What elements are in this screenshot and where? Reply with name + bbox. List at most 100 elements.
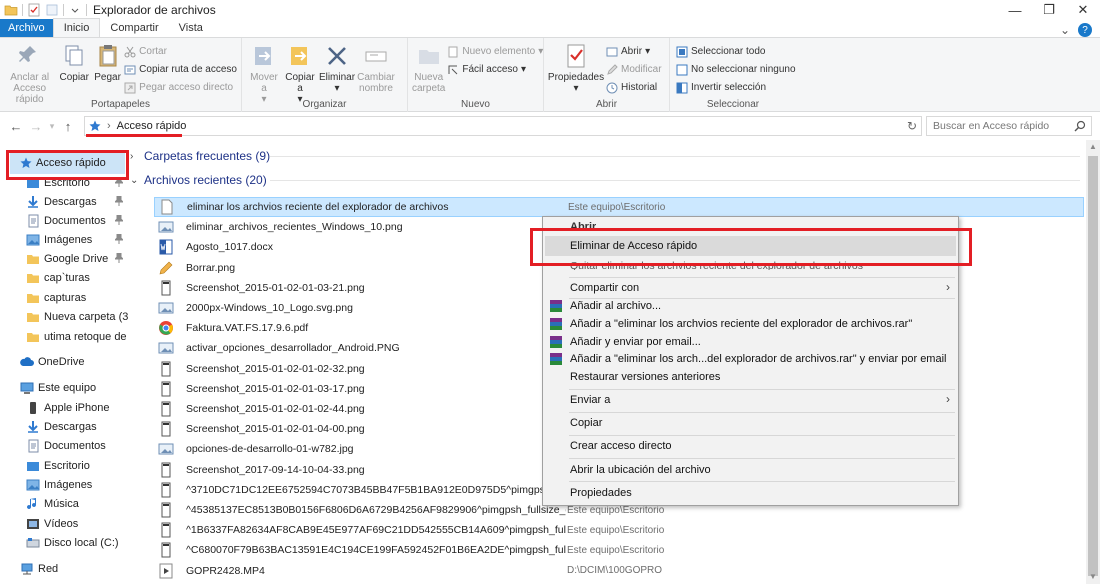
breadcrumb-quick-access[interactable]: Acceso rápido [117,120,187,132]
up-arrow-icon[interactable]: ↑ [58,119,78,134]
scrollbar-thumb[interactable] [1088,156,1098,576]
new-item-button[interactable]: Nuevo elemento ▾ [447,44,543,59]
chevron-down-icon[interactable] [68,3,82,17]
history-button[interactable]: Historial [606,80,662,95]
sidebar-item-onedrive[interactable]: OneDrive [0,352,128,371]
sidebar-item-pc-descargas[interactable]: Descargas [0,417,128,436]
paste-shortcut-button[interactable]: Pegar acceso directo [124,80,237,95]
sidebar-item-pc-videos[interactable]: Vídeos [0,514,128,533]
sidebar-item-label: Nueva carpeta (3) [44,310,128,323]
pin-icon [115,253,123,263]
screenshot-icon [158,280,174,296]
close-button[interactable]: ✕ [1066,0,1100,20]
scroll-down-icon[interactable]: ▼ [1086,570,1100,584]
edit-button[interactable]: Modificar [606,62,662,77]
sidebar-item-descargas[interactable]: Descargas [0,192,128,211]
chevron-down-icon[interactable]: ⌄ [1060,23,1070,37]
search-input[interactable]: Buscar en Acceso rápido [926,116,1092,136]
context-item-add-rar-email[interactable]: Añadir a "eliminar los arch...del explor… [543,349,958,369]
restore-button[interactable]: ❐ [1032,0,1066,20]
winrar-icon [550,318,562,330]
recent-locations-chevron-icon[interactable]: ▾ [46,121,58,132]
sidebar-item-network[interactable]: Red [0,559,128,578]
file-location: Este equipo\Escritorio [567,544,665,556]
sidebar-item-google-drive[interactable]: Google Drive [0,249,128,268]
forward-arrow-icon[interactable]: → [26,119,46,134]
context-divider [569,481,955,482]
sidebar-item-pc-documentos[interactable]: Documentos [0,436,128,455]
sidebar-item-apple-iphone[interactable]: Apple iPhone [0,398,128,417]
properties-check-icon[interactable] [27,3,41,17]
file-name: Screenshot_2015-01-02-01-02-32.png [186,362,365,375]
folder-icon [27,332,39,342]
sidebar-item-utima-retoque[interactable]: utima retoque de fc [0,327,128,346]
context-item-add-rar[interactable]: Añadir a "eliminar los archvios reciente… [543,314,958,334]
screenshot-icon [158,462,174,478]
file-row[interactable]: ^C680070F79B63BAC13591E4C194CE199FA59245… [154,540,1084,560]
context-item-label: Propiedades [570,487,632,499]
file-name: Borrar.png [186,261,236,274]
sidebar-item-pc-imagenes[interactable]: Imágenes [0,475,128,494]
group-nuevo: Nueva carpeta Nuevo elemento ▾ Fácil acc… [408,38,544,112]
copy-path-button[interactable]: Copiar ruta de acceso [124,62,237,77]
invert-selection-icon [676,82,688,93]
recent-header-label: Archivos recientes (20) [144,173,267,187]
tab-inicio[interactable]: Inicio [52,18,101,37]
sidebar-item-pc-escritorio[interactable]: Escritorio [0,456,128,475]
select-all-button[interactable]: Seleccionar todo [676,44,796,59]
vertical-scrollbar[interactable]: ▲ ▼ [1086,140,1100,584]
ribbon: Anclar al Acceso rápido Copiar Pegar Cor… [0,38,1100,112]
file-row[interactable]: GOPR2428.MP4 D:\DCIM\100GOPRO [154,561,1084,581]
winrar-icon [550,353,562,365]
tab-compartir[interactable]: Compartir [100,19,168,37]
group-header-recent[interactable]: ⌄ Archivos recientes (20) [130,170,267,190]
sidebar-item-nueva-carpeta[interactable]: Nueva carpeta (3) [0,307,128,326]
sidebar-item-documentos[interactable]: Documentos [0,211,128,230]
scroll-up-icon[interactable]: ▲ [1086,140,1100,154]
sidebar-item-imagenes[interactable]: Imágenes [0,230,128,249]
back-arrow-icon[interactable]: ← [6,119,26,134]
sidebar-item-disco-local[interactable]: Disco local (C:) [0,533,128,552]
scissors-icon [124,46,136,57]
group-label-nuevo: Nuevo [461,99,490,110]
context-item-restore-versions[interactable]: Restaurar versiones anteriores [543,367,958,387]
minimize-button[interactable]: — [998,0,1032,20]
context-item-properties[interactable]: Propiedades [543,483,958,503]
title-bar: Explorador de archivos — ❐ ✕ [0,0,1100,20]
context-item-send-to[interactable]: Enviar a › [543,390,958,410]
paint-image-icon [158,260,174,276]
context-item-create-shortcut[interactable]: Crear acceso directo [543,436,958,456]
select-none-button[interactable]: No seleccionar ninguno [676,62,796,77]
file-row[interactable]: ^1B6337FA82634AF8CAB9E45E977AF69C21DD542… [154,520,1084,540]
folder-icon[interactable] [4,3,18,17]
file-name: Screenshot_2017-09-14-10-04-33.png [186,463,365,476]
copy-icon [65,45,83,66]
context-item-add-archive[interactable]: Añadir al archivo... [543,296,958,316]
sidebar-item-pc-musica[interactable]: Música [0,494,128,513]
group-header-frequent[interactable]: › Carpetas frecuentes (9) [130,146,270,166]
tab-vista[interactable]: Vista [169,19,213,37]
file-name: Agosto_1017.docx [186,241,273,254]
group-label-portapapeles: Portapapeles [91,99,150,110]
context-item-share-with[interactable]: Compartir con › [543,278,958,298]
invert-selection-button[interactable]: Invertir selección [676,80,796,95]
context-item-open-location[interactable]: Abrir la ubicación del archivo [543,460,958,480]
group-portapapeles: Anclar al Acceso rápido Copiar Pegar Cor… [0,38,242,112]
sidebar-item-this-pc[interactable]: Este equipo [0,378,128,397]
cut-button[interactable]: Cortar [124,44,237,59]
group-seleccionar: Seleccionar todo No seleccionar ninguno … [670,38,796,112]
context-item-copy[interactable]: Copiar [543,413,958,433]
copy-to-label: Copiar a [285,72,315,94]
easy-access-button[interactable]: Fácil acceso ▾ [447,62,543,77]
help-icon[interactable]: ? [1078,23,1092,37]
tab-archivo[interactable]: Archivo [0,19,53,37]
new-folder-icon[interactable] [45,3,59,17]
address-bar[interactable]: › Acceso rápido ↻ [84,116,922,136]
refresh-icon[interactable]: ↻ [907,119,917,133]
chevron-down-icon: ▾ [645,46,651,57]
new-item-icon [448,46,458,57]
sidebar-item-capturas-alt[interactable]: cap`turas [0,268,128,287]
file-row[interactable]: eliminar los archvios reciente del explo… [154,197,1084,217]
sidebar-item-capturas[interactable]: capturas [0,288,128,307]
open-button[interactable]: Abrir ▾ [606,44,662,59]
